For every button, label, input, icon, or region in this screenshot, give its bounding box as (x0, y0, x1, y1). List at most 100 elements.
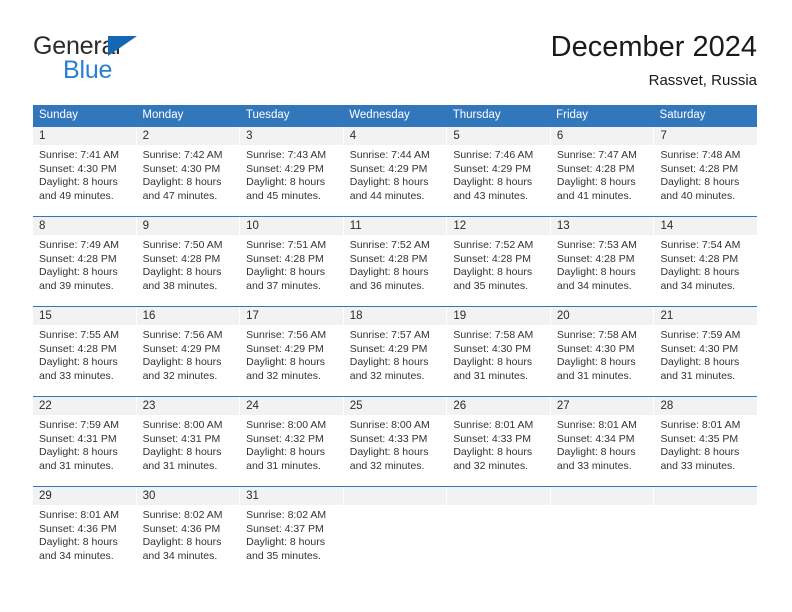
day-number: 6 (550, 127, 654, 145)
sunset-text: Sunset: 4:28 PM (660, 252, 739, 265)
day-cell[interactable]: 22 Sunrise: 7:59 AM Sunset: 4:31 PM Dayligh… (33, 397, 137, 486)
sunrise-text: Sunrise: 7:44 AM (349, 149, 430, 161)
day-cell[interactable]: 20 Sunrise: 7:58 AM Sunset: 4:30 PM Dayligh… (550, 307, 655, 396)
day-cell[interactable]: 24 Sunrise: 8:00 AM Sunset: 4:32 PM Dayligh… (240, 397, 344, 486)
daylight-text-line1: Daylight: 8 hours (142, 536, 222, 548)
daylight-text-line2: and 38 minutes. (142, 279, 218, 292)
sunset-text: Sunset: 4:29 PM (349, 342, 428, 355)
daylight-text-line2: and 37 minutes. (246, 279, 321, 292)
page-header: General Blue December 2024 Rassvet, Russ… (33, 28, 757, 98)
day-cell[interactable]: 13 Sunrise: 7:53 AM Sunset: 4:28 PM Dayligh… (550, 217, 655, 306)
daylight-text-line2: and 32 minutes. (453, 459, 529, 472)
daylight-text-line1: Daylight: 8 hours (556, 176, 636, 188)
day-cell[interactable]: 28 Sunrise: 8:01 AM Sunset: 4:35 PM Dayligh… (654, 397, 758, 486)
daylight-text-line1: Daylight: 8 hours (142, 356, 222, 368)
day-cell[interactable]: 4 Sunrise: 7:44 AM Sunset: 4:29 PM Daylight… (343, 127, 448, 216)
page-subtitle-location: Rassvet, Russia (648, 72, 757, 89)
day-info: Sunrise: 7:58 AM Sunset: 4:30 PM Daylight:… (551, 325, 654, 383)
day-number: 13 (550, 217, 654, 235)
day-info: Sunrise: 8:02 AM Sunset: 4:37 PM Daylight:… (240, 505, 343, 563)
sunset-text: Sunset: 4:30 PM (142, 162, 221, 175)
day-cell[interactable]: 25 Sunrise: 8:00 AM Sunset: 4:33 PM Dayligh… (343, 397, 448, 486)
day-info: Sunrise: 7:44 AM Sunset: 4:29 PM Daylight:… (344, 145, 447, 203)
day-cell[interactable]: 10 Sunrise: 7:51 AM Sunset: 4:28 PM Dayligh… (240, 217, 344, 306)
day-cell[interactable]: 21 Sunrise: 7:59 AM Sunset: 4:30 PM Dayligh… (654, 307, 758, 396)
sunset-text: Sunset: 4:31 PM (39, 432, 117, 445)
day-cell[interactable]: 1 Sunrise: 7:41 AM Sunset: 4:30 PM Daylight… (33, 127, 137, 216)
day-cell[interactable]: 11 Sunrise: 7:52 AM Sunset: 4:28 PM Dayligh… (343, 217, 448, 306)
daylight-text-line2: and 31 minutes. (39, 459, 114, 472)
day-info: Sunrise: 7:41 AM Sunset: 4:30 PM Daylight:… (33, 145, 136, 203)
daylight-text-line2: and 31 minutes. (246, 459, 321, 472)
daylight-text-line1: Daylight: 8 hours (39, 266, 118, 278)
day-number: 12 (447, 217, 550, 235)
day-number: 5 (447, 127, 550, 145)
day-number: 28 (654, 397, 758, 415)
day-cell[interactable]: 23 Sunrise: 8:00 AM Sunset: 4:31 PM Dayligh… (136, 397, 241, 486)
day-cell[interactable]: 18 Sunrise: 7:57 AM Sunset: 4:29 PM Dayligh… (343, 307, 448, 396)
day-cell[interactable]: 30 Sunrise: 8:02 AM Sunset: 4:36 PM Dayligh… (136, 487, 241, 576)
sunrise-text: Sunrise: 7:43 AM (246, 149, 327, 161)
weekday-header-tuesday: Tuesday (245, 109, 290, 121)
day-cell[interactable]: 26 Sunrise: 8:01 AM Sunset: 4:33 PM Dayligh… (447, 397, 551, 486)
logo-text-blue: Blue (63, 56, 113, 84)
day-info: Sunrise: 7:53 AM Sunset: 4:28 PM Daylight:… (551, 235, 654, 293)
sunset-text: Sunset: 4:28 PM (556, 252, 635, 265)
sunset-text: Sunset: 4:29 PM (246, 162, 324, 175)
daylight-text-line1: Daylight: 8 hours (246, 176, 325, 188)
day-cell[interactable]: 19 Sunrise: 7:58 AM Sunset: 4:30 PM Dayligh… (447, 307, 551, 396)
general-blue-logo[interactable]: General Blue (33, 32, 233, 92)
daylight-text-line1: Daylight: 8 hours (142, 176, 222, 188)
sunset-text: Sunset: 4:36 PM (142, 522, 221, 535)
daylight-text-line1: Daylight: 8 hours (660, 446, 740, 458)
daylight-text-line2: and 32 minutes. (349, 459, 425, 472)
day-number: 4 (343, 127, 447, 145)
day-cell[interactable]: 8 Sunrise: 7:49 AM Sunset: 4:28 PM Daylight… (33, 217, 137, 306)
day-cell[interactable]: 2 Sunrise: 7:42 AM Sunset: 4:30 PM Daylight… (136, 127, 241, 216)
day-number (654, 487, 758, 505)
sunset-text: Sunset: 4:33 PM (349, 432, 428, 445)
daylight-text-line2: and 32 minutes. (142, 369, 218, 382)
day-number: 20 (550, 307, 654, 325)
day-cell[interactable]: 3 Sunrise: 7:43 AM Sunset: 4:29 PM Daylight… (240, 127, 344, 216)
day-info: Sunrise: 7:42 AM Sunset: 4:30 PM Daylight:… (137, 145, 240, 203)
day-cell[interactable]: 6 Sunrise: 7:47 AM Sunset: 4:28 PM Daylight… (550, 127, 655, 216)
daylight-text-line2: and 32 minutes. (349, 369, 425, 382)
sunrise-text: Sunrise: 8:01 AM (453, 419, 534, 431)
daylight-text-line1: Daylight: 8 hours (39, 176, 118, 188)
sunset-text: Sunset: 4:29 PM (246, 342, 324, 355)
day-info: Sunrise: 7:52 AM Sunset: 4:28 PM Daylight:… (447, 235, 550, 293)
day-cell[interactable]: 17 Sunrise: 7:56 AM Sunset: 4:29 PM Dayligh… (240, 307, 344, 396)
daylight-text-line1: Daylight: 8 hours (453, 266, 533, 278)
sunset-text: Sunset: 4:37 PM (246, 522, 324, 535)
day-cell[interactable]: 16 Sunrise: 7:56 AM Sunset: 4:29 PM Dayligh… (136, 307, 241, 396)
day-info: Sunrise: 7:50 AM Sunset: 4:28 PM Daylight:… (137, 235, 240, 293)
day-cell[interactable]: 5 Sunrise: 7:46 AM Sunset: 4:29 PM Daylight… (447, 127, 551, 216)
sunrise-text: Sunrise: 7:51 AM (246, 239, 327, 251)
daylight-text-line2: and 32 minutes. (246, 369, 321, 382)
sunset-text: Sunset: 4:28 PM (349, 252, 428, 265)
sunset-text: Sunset: 4:28 PM (453, 252, 531, 265)
daylight-text-line2: and 43 minutes. (453, 189, 529, 202)
sunrise-text: Sunrise: 7:54 AM (660, 239, 741, 251)
sunrise-text: Sunrise: 7:58 AM (453, 329, 534, 341)
sunrise-text: Sunrise: 7:52 AM (349, 239, 430, 251)
calendar-week-row: 29 Sunrise: 8:01 AM Sunset: 4:36 PM Dayligh… (33, 486, 758, 576)
daylight-text-line1: Daylight: 8 hours (660, 176, 740, 188)
daylight-text-line1: Daylight: 8 hours (556, 356, 636, 368)
sunrise-text: Sunrise: 7:59 AM (39, 419, 119, 431)
day-cell[interactable]: 12 Sunrise: 7:52 AM Sunset: 4:28 PM Dayligh… (447, 217, 551, 306)
day-cell[interactable]: 27 Sunrise: 8:01 AM Sunset: 4:34 PM Dayligh… (550, 397, 655, 486)
daylight-text-line2: and 34 minutes. (556, 279, 632, 292)
day-cell[interactable]: 14 Sunrise: 7:54 AM Sunset: 4:28 PM Dayligh… (654, 217, 758, 306)
day-info: Sunrise: 7:54 AM Sunset: 4:28 PM Daylight:… (654, 235, 757, 293)
day-info (447, 505, 550, 509)
day-cell[interactable]: 31 Sunrise: 8:02 AM Sunset: 4:37 PM Dayligh… (240, 487, 344, 576)
day-cell[interactable]: 9 Sunrise: 7:50 AM Sunset: 4:28 PM Daylight… (136, 217, 241, 306)
day-number: 9 (136, 217, 240, 235)
day-cell[interactable]: 29 Sunrise: 8:01 AM Sunset: 4:36 PM Dayligh… (33, 487, 137, 576)
daylight-text-line1: Daylight: 8 hours (453, 356, 533, 368)
day-info: Sunrise: 8:01 AM Sunset: 4:35 PM Daylight:… (654, 415, 757, 473)
day-cell[interactable]: 7 Sunrise: 7:48 AM Sunset: 4:28 PM Daylight… (654, 127, 758, 216)
day-cell[interactable]: 15 Sunrise: 7:55 AM Sunset: 4:28 PM Dayligh… (33, 307, 137, 396)
